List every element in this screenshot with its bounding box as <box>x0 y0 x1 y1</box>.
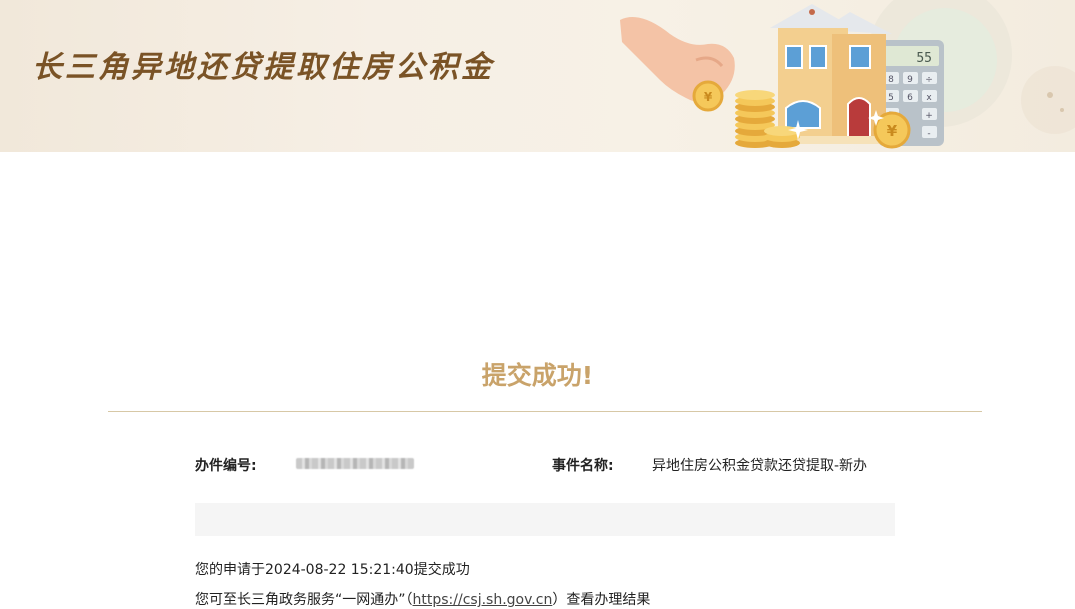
decor-dot <box>1047 92 1053 98</box>
svg-text:¥: ¥ <box>704 90 713 104</box>
calculator-key: - <box>927 129 930 139</box>
result-title: 提交成功! <box>481 361 594 390</box>
info-panel <box>195 503 895 536</box>
portal-link[interactable]: https://csj.sh.gov.cn <box>413 592 553 608</box>
divider <box>108 411 982 412</box>
calculator-key: 5 <box>888 93 894 103</box>
banner-title: 长三角异地还贷提取住房公积金 <box>32 50 494 85</box>
svg-text:¥: ¥ <box>887 122 898 140</box>
result-query-message: 您可至长三角政务服务“一网通办”（https://csj.sh.gov.cn）查… <box>195 589 650 609</box>
coin-icon: ¥ <box>692 80 724 112</box>
decor-dot <box>1060 108 1064 112</box>
calculator-key: x <box>926 93 932 103</box>
calculator-key: 9 <box>907 75 913 85</box>
event-name-value: 异地住房公积金贷款还贷提取-新办 <box>652 458 868 474</box>
result-query-suffix: ）查看办理结果 <box>552 592 651 608</box>
decor-circle <box>1021 66 1075 134</box>
calculator-key: + <box>925 111 933 121</box>
case-number-label: 办件编号: <box>195 458 257 474</box>
event-name-label: 事件名称: <box>552 458 614 474</box>
result-query-prefix: 您可至长三角政务服务“一网通办”（ <box>195 592 413 608</box>
calculator-key: 8 <box>888 75 894 85</box>
header-banner: 长三角异地还贷提取住房公积金 55 8 9 ÷ 5 6 x + - ¥ ¥ <box>0 0 1075 152</box>
calculator-key: 6 <box>907 93 913 103</box>
case-number-value-redacted <box>296 458 414 469</box>
submit-time-message: 您的申请于2024-08-22 15:21:40提交成功 <box>195 562 470 578</box>
calculator-display: 55 <box>916 51 932 66</box>
banner-illustration: 55 8 9 ÷ 5 6 x 3 + - <box>620 0 1075 149</box>
calculator-key: ÷ <box>925 75 933 85</box>
